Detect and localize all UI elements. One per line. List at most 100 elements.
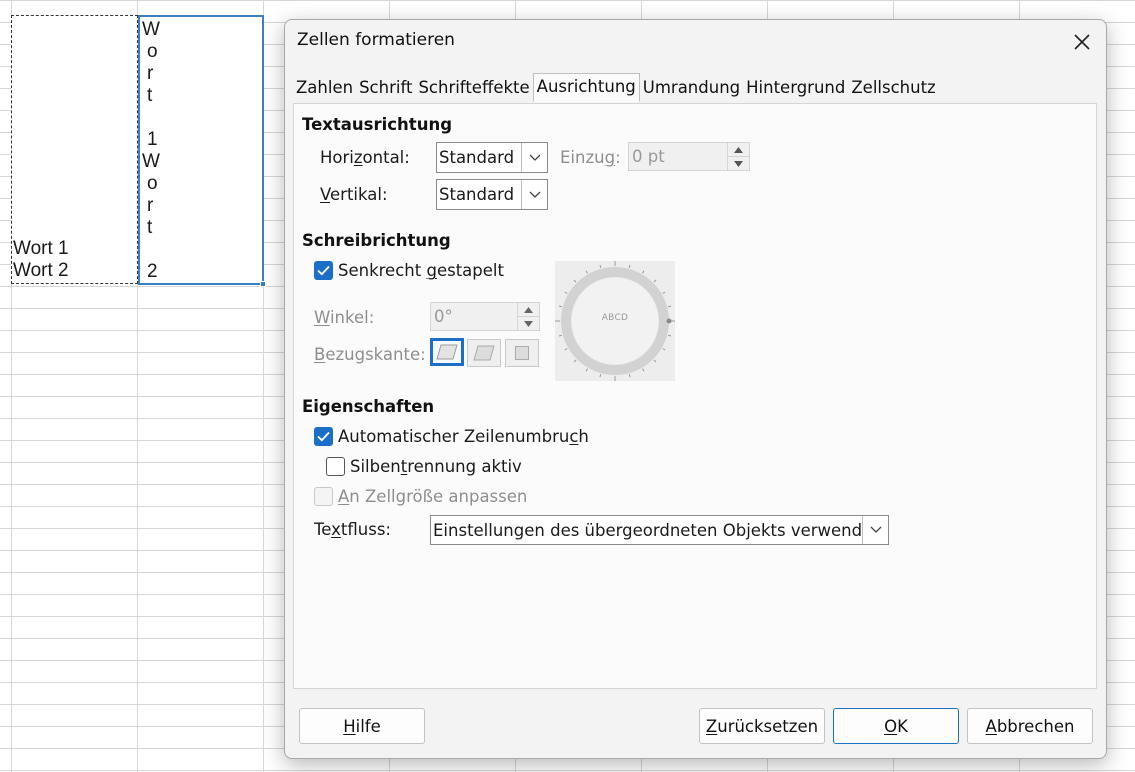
dial-tick (599, 264, 602, 269)
cancel-button[interactable]: Abbrechen (967, 708, 1093, 744)
access-key: A (985, 716, 997, 736)
dial-tick (662, 291, 666, 294)
access-key: V (320, 185, 331, 204)
label-part: rennung aktiv (407, 457, 522, 476)
text-flow-label: Textfluss: (314, 520, 391, 539)
stacked-char (142, 107, 160, 129)
dial-tick (653, 279, 657, 283)
section-heading-text-orientation: Schreibrichtung (302, 231, 451, 250)
check-icon (317, 265, 330, 276)
alignment-tab-panel: Textausrichtung Horizontal: Standard Ein… (293, 103, 1097, 689)
label-part: Te (314, 520, 332, 539)
stacked-char (142, 239, 160, 261)
section-heading-text-alignment: Textausrichtung (302, 115, 452, 134)
dial-sample-text: ABCD (601, 313, 629, 323)
parallelogram-right-icon (473, 345, 495, 361)
label-part: Silben (350, 457, 401, 476)
vertical-value: Standard (439, 185, 515, 204)
label-part: n Zellgröße anpassen (349, 487, 528, 506)
tab-zahlen[interactable]: Zahlen (293, 75, 356, 102)
shrink-to-fit-checkbox[interactable] (314, 487, 333, 506)
reference-edge-label: Bezugskante: (314, 345, 426, 364)
stacked-label: Senkrecht gestapelt (338, 261, 504, 280)
dial-tick (564, 348, 568, 351)
section-heading-properties: Eigenschaften (302, 397, 435, 416)
cell-text-line: Wort 2 (13, 260, 69, 281)
tab-hintergrund[interactable]: Hintergrund (743, 75, 848, 102)
spin-down-icon[interactable] (518, 316, 539, 330)
stacked-char: t (147, 85, 153, 106)
cell-stacked-text[interactable]: W o r t 1 W o r t 2 (138, 15, 264, 285)
access-key: g (604, 148, 616, 167)
reference-edge-bottom-button[interactable] (430, 338, 464, 366)
label-part: ontal: (362, 148, 410, 167)
label-part: Einzu (560, 148, 605, 167)
autowrap-option[interactable]: Automatischer Zeilenumbruch (314, 427, 589, 446)
stacked-checkbox[interactable] (314, 261, 333, 280)
access-key: H (343, 716, 356, 736)
vertical-label: Vertikal: (320, 185, 388, 204)
dial-tick (667, 305, 672, 308)
tab-ausrichtung[interactable]: Ausrichtung (532, 73, 640, 102)
stacked-char: t (147, 217, 153, 238)
angle-spinner[interactable]: 0° (430, 302, 540, 331)
access-key: Z (705, 716, 718, 736)
indent-value: 0 pt (632, 147, 665, 166)
dial-tick (662, 348, 666, 351)
tab-umrandung[interactable]: Umrandung (640, 75, 743, 102)
spin-up-icon[interactable] (518, 303, 539, 316)
spin-down-icon[interactable] (728, 156, 749, 170)
stacked-char: o (147, 41, 158, 62)
stacked-char: r (147, 195, 154, 216)
stacked-char: W (142, 19, 160, 40)
angle-value: 0° (434, 307, 453, 326)
label-part: K (897, 716, 908, 736)
close-button[interactable] (1067, 28, 1097, 56)
rotation-dial[interactable]: ABCD (555, 261, 675, 381)
label-part: ilfe (355, 716, 381, 736)
label-part: tfluss: (340, 520, 391, 539)
dial-tick (573, 359, 577, 363)
stacked-option[interactable]: Senkrecht gestapelt (314, 261, 504, 280)
ok-button[interactable]: OK (833, 708, 959, 744)
text-flow-value: Einstellungen des übergeordneten Objekts… (433, 520, 862, 540)
tab-schrift[interactable]: Schrift (356, 75, 415, 102)
autowrap-checkbox[interactable] (314, 427, 333, 446)
stacked-char: W (142, 151, 160, 172)
tab-bar: Zahlen Schrift Schrifteffekte Ausrichtun… (293, 73, 939, 103)
reference-edge-top-button[interactable] (467, 339, 501, 367)
hyphenation-label: Silbentrennung aktiv (350, 457, 522, 476)
cell-word-list[interactable]: Wort 1 Wort 2 (11, 15, 138, 284)
dial-tick (599, 373, 602, 378)
label-part: h (578, 427, 589, 446)
help-button[interactable]: Hilfe (299, 708, 425, 744)
stacked-char: 2 (147, 261, 158, 282)
text-flow-select[interactable]: Einstellungen des übergeordneten Objekts… (430, 515, 889, 545)
stacked-char: 1 (147, 129, 158, 150)
shrink-to-fit-option[interactable]: An Zellgröße anpassen (314, 487, 527, 506)
dial-tick (585, 368, 588, 372)
fill-handle[interactable] (260, 281, 266, 287)
tab-schrifteffekte[interactable]: Schrifteffekte (415, 75, 532, 102)
hyphenation-checkbox[interactable] (326, 457, 345, 476)
check-icon (317, 431, 330, 442)
dial-tick (564, 291, 568, 294)
label-part: Hori (320, 148, 354, 167)
access-key: z (353, 148, 363, 167)
reset-button[interactable]: Zurücksetzen (699, 708, 825, 744)
tab-zellschutz[interactable]: Zellschutz (848, 75, 938, 102)
hyphenation-option[interactable]: Silbentrennung aktiv (326, 457, 522, 476)
dialog-title: Zellen formatieren (297, 30, 455, 50)
dial-tick (628, 264, 631, 269)
vertical-select[interactable]: Standard (436, 179, 548, 210)
reference-edge-inside-button[interactable] (505, 339, 539, 367)
horizontal-select[interactable]: Standard (436, 142, 548, 173)
dial-tick (628, 373, 631, 378)
access-key: B (314, 345, 326, 364)
spin-up-icon[interactable] (728, 143, 749, 156)
label-part: bbrechen (996, 716, 1075, 736)
autowrap-label: Automatischer Zeilenumbruch (338, 427, 589, 446)
dial-tick (585, 270, 588, 274)
chevron-down-icon (521, 180, 547, 209)
indent-spinner[interactable]: 0 pt (628, 142, 750, 171)
